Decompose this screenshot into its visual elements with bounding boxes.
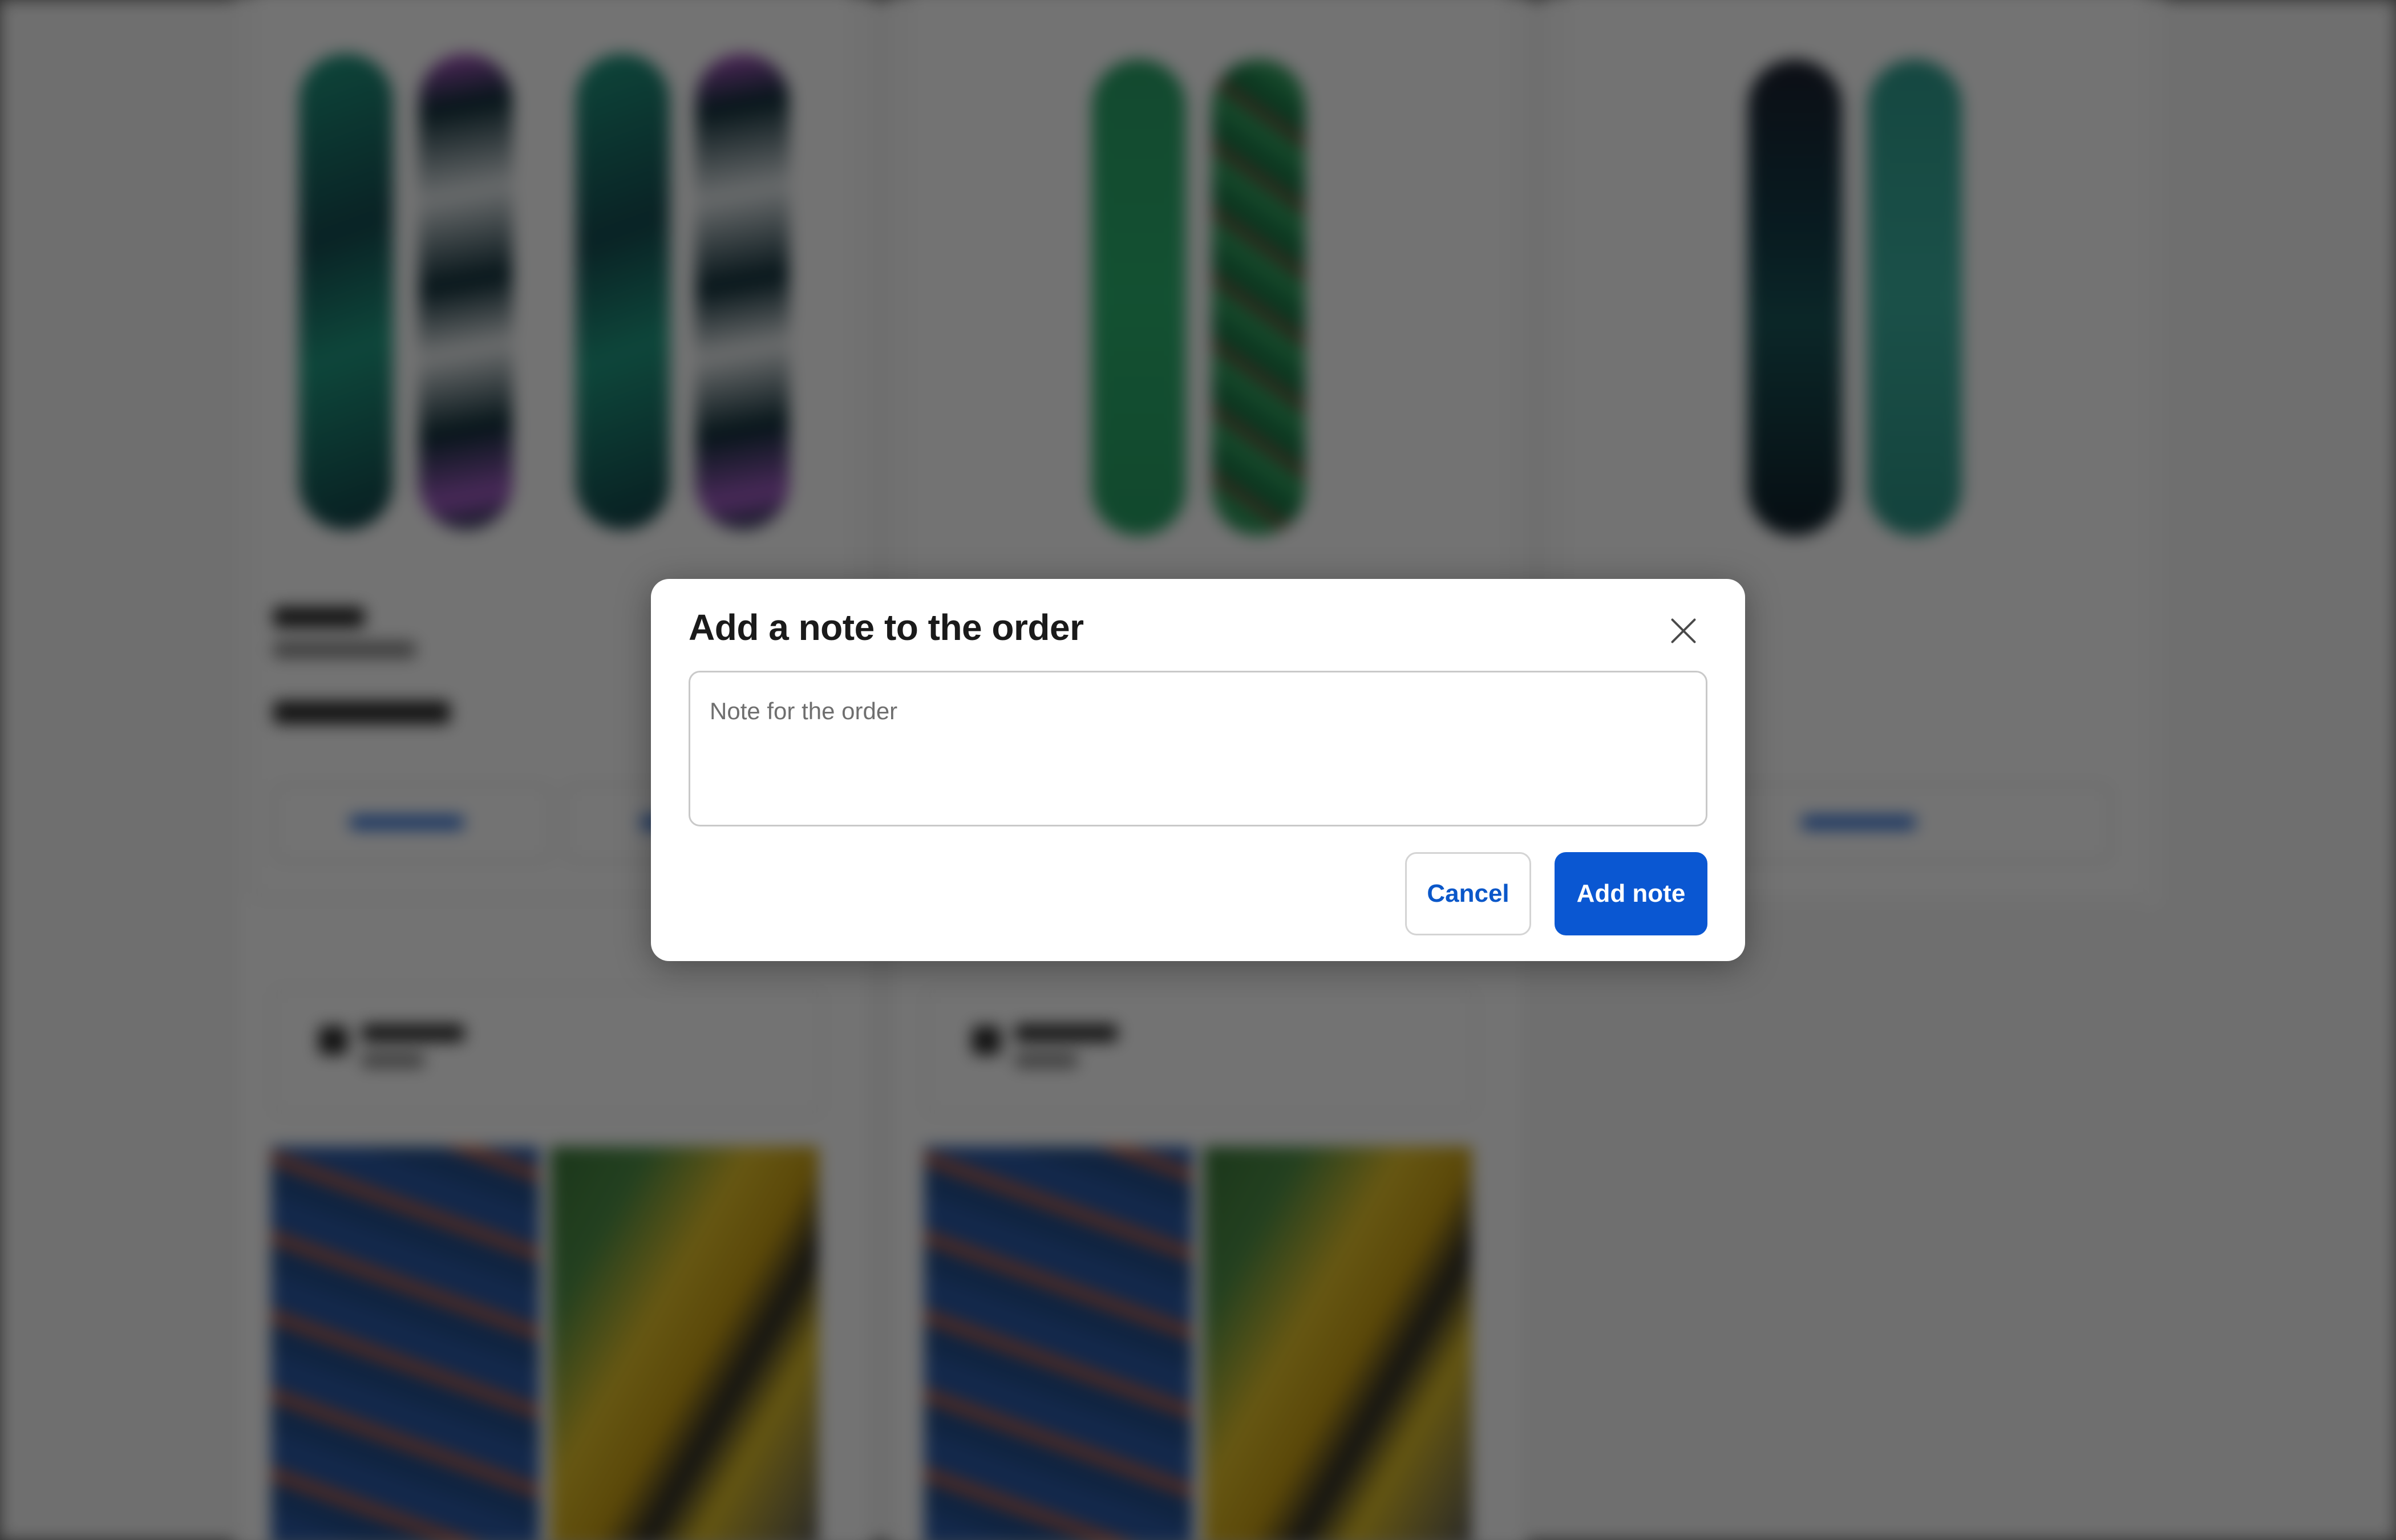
close-icon [1671,618,1696,643]
order-note-input[interactable] [689,671,1707,826]
close-button[interactable] [1658,605,1709,656]
dialog-title: Add a note to the order [689,607,1084,648]
add-note-dialog: Add a note to the order Cancel Add note [651,579,1745,961]
cancel-button[interactable]: Cancel [1405,852,1531,935]
add-note-button[interactable]: Add note [1555,852,1707,935]
